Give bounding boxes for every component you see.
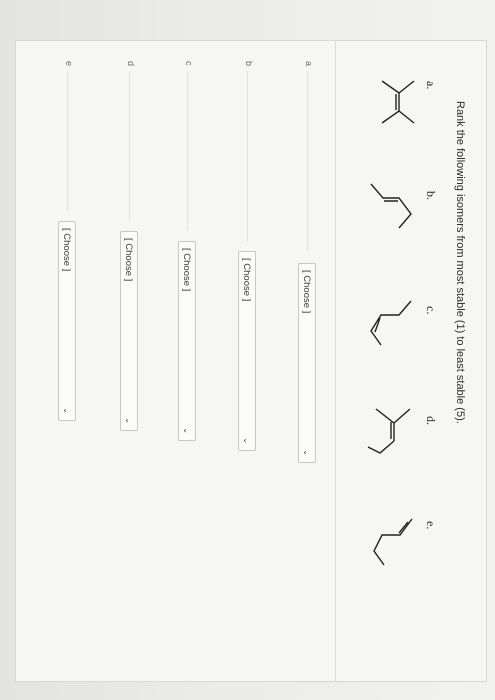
answer-label-a: a [304, 61, 314, 67]
rank-select-a[interactable]: [ Choose ] ⌄ [298, 263, 316, 463]
question-card: Rank the following isomers from most sta… [15, 40, 487, 682]
chevron-down-icon: ⌄ [62, 407, 72, 414]
structure-letter-a: a. [424, 81, 438, 90]
isomer-d-structure [364, 401, 424, 461]
structure-letter-d: d. [424, 416, 438, 425]
rank-select-a-value: [ Choose ] [301, 270, 313, 314]
answer-label-b: b [244, 61, 254, 67]
chevron-down-icon: ⌄ [242, 437, 252, 444]
question-text: Rank the following isomers from most sta… [454, 101, 466, 424]
section-divider [335, 41, 336, 681]
row-line-c [187, 71, 188, 231]
isomer-c-structure [361, 291, 421, 351]
row-line-a [307, 71, 308, 251]
rank-select-b-value: [ Choose ] [241, 258, 253, 302]
row-line-d [129, 71, 130, 221]
structure-letter-c: c. [424, 306, 438, 315]
chevron-down-icon: ⌄ [124, 417, 134, 424]
row-line-b [247, 71, 248, 241]
rank-select-d-value: [ Choose ] [123, 238, 135, 282]
chevron-down-icon: ⌄ [302, 449, 312, 456]
row-line-e [67, 71, 68, 211]
rank-select-e[interactable]: [ Choose ] ⌄ [58, 221, 76, 421]
rank-select-c-value: [ Choose ] [181, 248, 193, 292]
rank-select-b[interactable]: [ Choose ] ⌄ [238, 251, 256, 451]
isomer-b-structure [361, 176, 421, 236]
screen: Rank the following isomers from most sta… [0, 0, 495, 700]
structure-letter-b: b. [424, 191, 438, 200]
answer-label-e: e [64, 61, 74, 67]
chevron-down-icon: ⌄ [182, 427, 192, 434]
structure-letter-e: e. [424, 521, 438, 530]
rank-select-c[interactable]: [ Choose ] ⌄ [178, 241, 196, 441]
rank-select-e-value: [ Choose ] [61, 228, 73, 272]
isomer-a-structure [364, 71, 424, 131]
answer-label-c: c [184, 61, 194, 66]
rank-select-d[interactable]: [ Choose ] ⌄ [120, 231, 138, 431]
isomer-e-structure [364, 511, 424, 571]
answer-label-d: d [126, 61, 136, 67]
